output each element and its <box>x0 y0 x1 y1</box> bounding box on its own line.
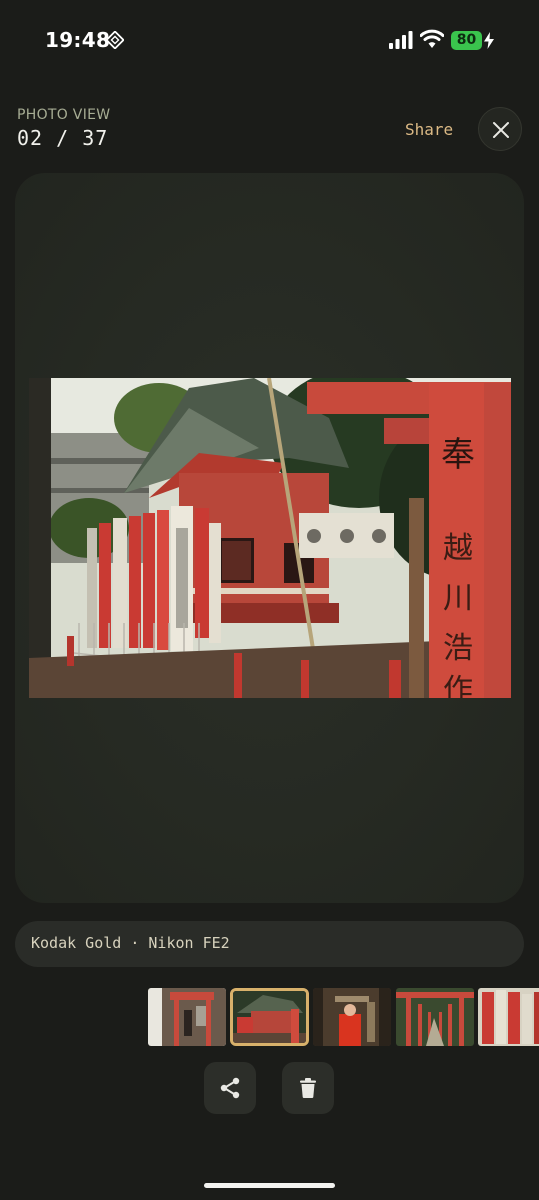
share-icon <box>220 1077 240 1099</box>
photo-counter: 02 / 37 <box>17 126 109 150</box>
battery-indicator: 80 <box>451 31 482 50</box>
svg-text:川: 川 <box>443 581 473 616</box>
thumbnail-2[interactable] <box>230 988 309 1046</box>
status-bar: 19:48 80 <box>0 0 539 80</box>
photo-info-bar: Kodak Gold · Nikon FE2 <box>15 921 524 967</box>
close-button[interactable] <box>478 107 522 151</box>
main-photo[interactable]: 奉 越 川 浩 作 <box>29 378 511 698</box>
thumbnail-5[interactable] <box>478 988 539 1046</box>
delete-button[interactable] <box>282 1062 334 1114</box>
svg-text:作: 作 <box>443 673 473 698</box>
share-link[interactable]: Share <box>405 120 453 139</box>
thumbnail-strip[interactable] <box>0 986 539 1048</box>
close-icon <box>493 122 509 138</box>
status-time: 19:48 <box>45 28 111 52</box>
home-indicator[interactable] <box>204 1183 335 1188</box>
svg-text:浩: 浩 <box>443 631 473 666</box>
trash-icon <box>300 1078 316 1098</box>
thumbnail-4[interactable] <box>396 988 474 1046</box>
battery-level: 80 <box>456 32 477 48</box>
thumbnail-3[interactable] <box>313 988 391 1046</box>
wifi-icon <box>420 29 444 48</box>
charging-bolt-icon <box>484 32 494 49</box>
film-camera-label: Kodak Gold · Nikon FE2 <box>31 934 230 952</box>
focus-mode-icon <box>106 31 124 49</box>
photo-viewer[interactable]: 奉 越 川 浩 作 <box>15 173 524 903</box>
svg-text:奉: 奉 <box>441 435 475 475</box>
cellular-signal-icon <box>389 31 413 49</box>
thumbnail-1[interactable] <box>148 988 226 1046</box>
photo-view-caption: PHOTO VIEW <box>17 107 111 123</box>
svg-text:越: 越 <box>443 531 473 566</box>
share-button[interactable] <box>204 1062 256 1114</box>
